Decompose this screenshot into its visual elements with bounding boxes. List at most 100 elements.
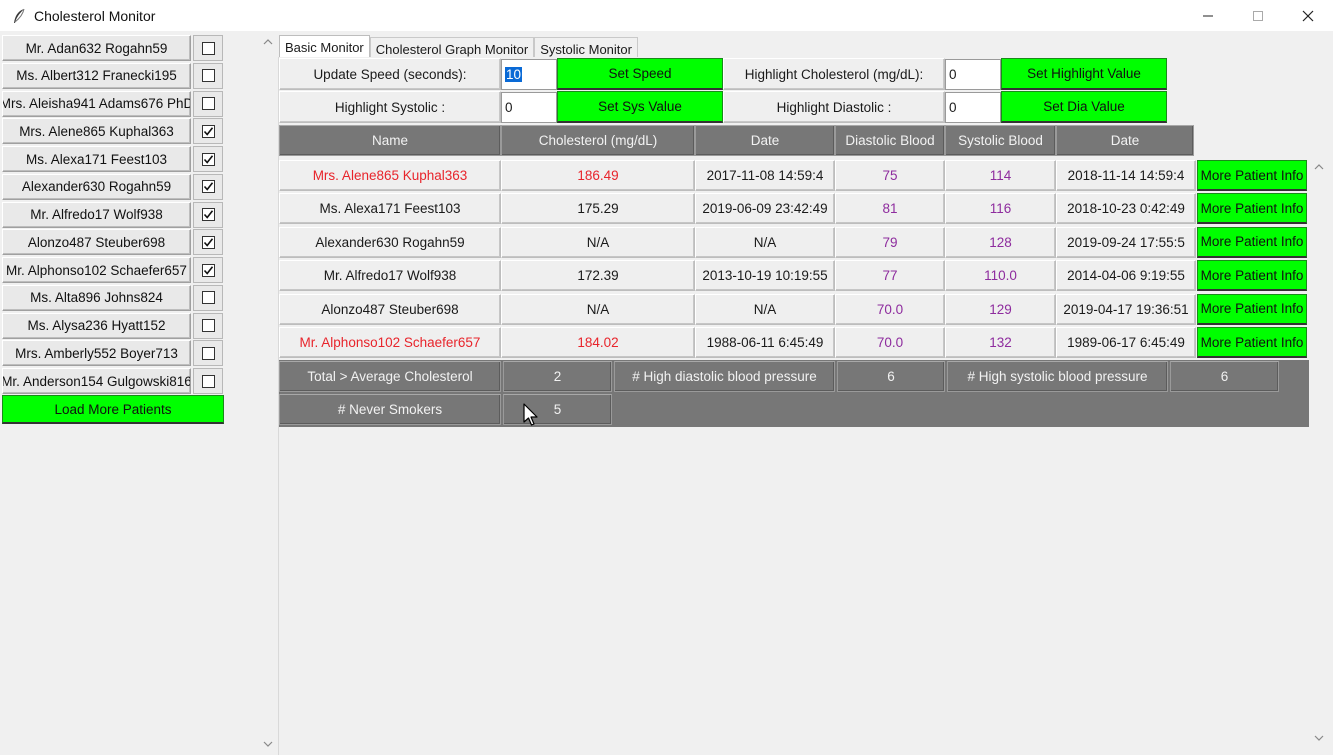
- cell-systolic: 116: [945, 193, 1056, 225]
- patient-checkbox[interactable]: [201, 152, 215, 166]
- more-patient-info-button[interactable]: More Patient Info: [1197, 260, 1307, 292]
- patient-button[interactable]: Mr. Alphonso102 Schaefer657: [2, 257, 191, 283]
- cell-diastolic: 79: [835, 226, 945, 258]
- patient-checkbox[interactable]: [201, 346, 215, 360]
- window-title: Cholesterol Monitor: [34, 7, 156, 24]
- highlight-cholesterol-input[interactable]: 0: [945, 59, 1001, 90]
- patient-checkbox[interactable]: [201, 319, 215, 332]
- cell-cholesterol-date: 2013-10-19 10:19:55: [695, 260, 835, 292]
- highlight-diastolic-label: Highlight Diastolic :: [723, 91, 945, 123]
- patient-button[interactable]: Mrs. Alene865 Kuphal363: [2, 118, 191, 145]
- more-patient-info-button[interactable]: More Patient Info: [1197, 160, 1307, 191]
- cell-cholesterol-date: 1988-06-11 6:45:49: [695, 327, 835, 358]
- panel-scroll-up-icon[interactable]: [1314, 163, 1324, 171]
- cell-systolic: 110.0: [945, 260, 1056, 292]
- cell-bp-date: 2019-04-17 19:36:51: [1056, 293, 1196, 325]
- patient-checkbox[interactable]: [201, 124, 215, 138]
- close-icon: [1302, 10, 1314, 21]
- patient-checkbox-cell: [193, 312, 223, 339]
- cell-bp-date: 2018-10-23 0:42:49: [1056, 193, 1196, 225]
- checkmark-icon: [203, 238, 213, 247]
- never-smokers-value: 5: [503, 394, 612, 425]
- minimize-button[interactable]: [1183, 0, 1233, 31]
- more-patient-info-button[interactable]: More Patient Info: [1197, 226, 1307, 258]
- set-speed-button[interactable]: Set Speed: [557, 58, 723, 90]
- patient-checkbox[interactable]: [201, 263, 215, 277]
- cell-systolic: 114: [945, 160, 1056, 191]
- cell-cholesterol: 186.49: [501, 160, 695, 191]
- cell-name: Alonzo487 Steuber698: [279, 293, 501, 325]
- patient-button[interactable]: Mrs. Aleisha941 Adams676 PhD: [2, 90, 191, 117]
- patient-checkbox-cell: [193, 284, 223, 311]
- maximize-button[interactable]: [1233, 0, 1283, 31]
- cell-diastolic: 81: [835, 193, 945, 225]
- cell-name: Mr. Alphonso102 Schaefer657: [279, 327, 501, 358]
- patient-button[interactable]: Mr. Alfredo17 Wolf938: [2, 201, 191, 228]
- close-button[interactable]: [1283, 0, 1333, 31]
- update-speed-label: Update Speed (seconds):: [279, 58, 501, 90]
- highlight-systolic-label: Highlight Systolic :: [279, 91, 501, 123]
- maximize-icon: [1253, 10, 1263, 21]
- patient-checkbox[interactable]: [201, 235, 215, 249]
- tab-basic-monitor[interactable]: Basic Monitor: [279, 35, 370, 58]
- set-highlight-value-button[interactable]: Set Highlight Value: [1001, 58, 1167, 90]
- high-diastolic-value: 6: [837, 361, 945, 392]
- cell-cholesterol: 172.39: [501, 260, 695, 292]
- cell-bp-date: 2019-09-24 17:55:5: [1056, 226, 1196, 258]
- high-systolic-label: # High systolic blood pressure: [947, 361, 1168, 392]
- patient-button[interactable]: Alonzo487 Steuber698: [2, 229, 191, 256]
- patient-button[interactable]: Ms. Albert312 Franecki195: [2, 62, 191, 89]
- highlight-systolic-input[interactable]: 0: [501, 92, 557, 123]
- sidebar-scroll-up-icon[interactable]: [263, 38, 273, 46]
- header-cholesterol-date: Date: [695, 125, 835, 156]
- cell-cholesterol-date: 2017-11-08 14:59:4: [695, 160, 835, 191]
- cell-cholesterol-date: N/A: [695, 293, 835, 325]
- patient-button[interactable]: Alexander630 Rogahn59: [2, 173, 191, 200]
- patient-button[interactable]: Mrs. Amberly552 Boyer713: [2, 340, 191, 367]
- patient-sidebar: Mr. Adan632 Rogahn59 Ms. Albert312 Franec…: [0, 31, 260, 755]
- cell-bp-date: 1989-06-17 6:45:49: [1056, 327, 1196, 358]
- mouse-cursor-icon: [523, 403, 538, 426]
- header-diastolic: Diastolic Blood: [835, 125, 945, 156]
- set-sys-value-button[interactable]: Set Sys Value: [557, 91, 723, 123]
- panel-scroll-down-icon[interactable]: [1314, 734, 1324, 742]
- checkmark-icon: [203, 182, 213, 191]
- cell-name: Mr. Alfredo17 Wolf938: [279, 260, 501, 292]
- cell-systolic: 128: [945, 226, 1056, 258]
- patient-button[interactable]: Ms. Alta896 Johns824: [2, 284, 191, 311]
- tab-bar: Basic Monitor Cholesterol Graph Monitor …: [279, 35, 638, 60]
- patient-checkbox[interactable]: [201, 41, 215, 55]
- patient-button[interactable]: Mr. Adan632 Rogahn59: [2, 35, 191, 61]
- patient-checkbox-cell: [193, 118, 223, 145]
- patient-button[interactable]: Ms. Alysa236 Hyatt152: [2, 312, 191, 339]
- patient-checkbox[interactable]: [201, 208, 215, 221]
- more-patient-info-button[interactable]: More Patient Info: [1197, 293, 1307, 325]
- load-more-button[interactable]: Load More Patients: [2, 395, 224, 424]
- cell-bp-date: 2018-11-14 14:59:4: [1056, 160, 1196, 191]
- patient-checkbox-cell: [193, 257, 223, 283]
- update-speed-input[interactable]: 10: [501, 59, 557, 90]
- patient-checkbox[interactable]: [201, 180, 215, 194]
- patient-checkbox[interactable]: [201, 97, 215, 110]
- cell-cholesterol: N/A: [501, 226, 695, 258]
- more-patient-info-button[interactable]: More Patient Info: [1197, 327, 1307, 358]
- cell-name: Ms. Alexa171 Feest103: [279, 193, 501, 225]
- more-patient-info-button[interactable]: More Patient Info: [1197, 193, 1307, 225]
- title-bar: Cholesterol Monitor: [0, 0, 1333, 31]
- patient-button[interactable]: Mr. Anderson154 Gulgowski816: [2, 368, 191, 394]
- patient-checkbox[interactable]: [201, 291, 215, 305]
- patient-checkbox[interactable]: [201, 69, 215, 83]
- patient-checkbox-cell: [193, 173, 223, 200]
- patient-checkbox-cell: [193, 340, 223, 367]
- set-dia-value-button[interactable]: Set Dia Value: [1001, 91, 1167, 123]
- cell-diastolic: 75: [835, 160, 945, 191]
- checkmark-icon: [203, 210, 213, 219]
- patient-checkbox[interactable]: [201, 374, 215, 388]
- feather-icon: [14, 8, 25, 23]
- cell-diastolic: 77: [835, 260, 945, 292]
- never-smokers-label: # Never Smokers: [279, 394, 501, 425]
- sidebar-scroll-down-icon[interactable]: [263, 740, 273, 748]
- highlight-diastolic-input[interactable]: 0: [945, 92, 1001, 123]
- patient-button[interactable]: Ms. Alexa171 Feest103: [2, 146, 191, 172]
- cell-cholesterol: 184.02: [501, 327, 695, 358]
